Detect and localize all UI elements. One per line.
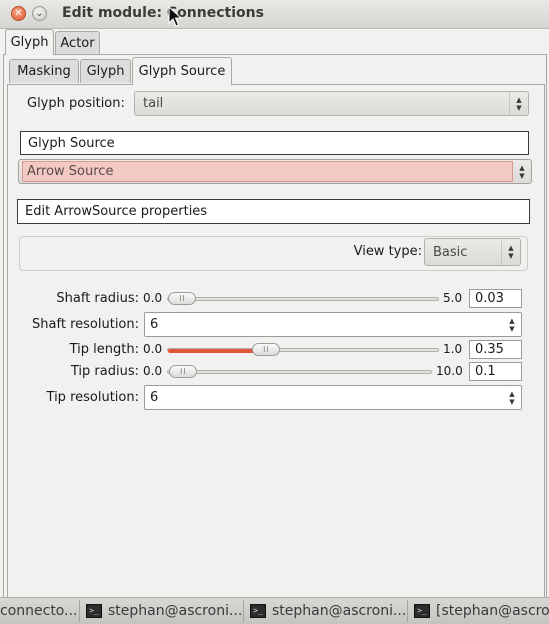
glyph-source-header: Glyph Source: [20, 131, 529, 155]
view-type-label: View type:: [353, 244, 422, 259]
edit-properties-header-text: Edit ArrowSource properties: [25, 204, 208, 219]
tip-radius-entry[interactable]: 0.1: [469, 362, 522, 381]
taskbar: connecto... >_ stephan@ascroni... >_ ste…: [0, 597, 549, 624]
tip-radius-slider-trough[interactable]: [167, 370, 432, 374]
taskbar-item-label: stephan@ascroni...: [108, 603, 243, 619]
tip-length-label: Tip length:: [69, 342, 139, 357]
terminal-icon: >_: [86, 604, 102, 618]
shaft-radius-slider-trough[interactable]: [167, 297, 439, 301]
tab-glyph-source-label: Glyph Source: [138, 64, 226, 79]
tip-radius-slider-handle[interactable]: ll: [169, 365, 198, 378]
tab-actor-label: Actor: [60, 36, 95, 51]
tip-radius-min: 0.0: [143, 364, 163, 378]
spinner-arrows-icon[interactable]: ▲ ▼: [503, 386, 521, 409]
terminal-icon: >_: [250, 604, 266, 618]
terminal-icon: >_: [414, 604, 430, 618]
glyph-source-header-text: Glyph Source: [28, 135, 115, 151]
spinner-arrows-icon[interactable]: ▲ ▼: [503, 313, 521, 336]
tip-radius-max: 10.0: [436, 364, 463, 378]
taskbar-item-terminal-1[interactable]: >_ stephan@ascroni...: [82, 600, 244, 622]
title-bar: ✕ ⌄ Edit module: Connections: [0, 0, 549, 29]
tip-radius-label: Tip radius:: [70, 364, 139, 379]
glyph-position-combo[interactable]: tail ▲ ▼: [134, 91, 529, 116]
taskbar-item-terminal-2[interactable]: >_ stephan@ascroni...: [246, 600, 408, 622]
edit-properties-header: Edit ArrowSource properties: [17, 199, 530, 224]
shaft-radius-min: 0.0: [143, 291, 163, 305]
view-type-combo[interactable]: Basic ▲ ▼: [424, 238, 521, 266]
glyph-position-label: Glyph position:: [27, 96, 125, 111]
window-title: Edit module: Connections: [62, 5, 264, 21]
tip-resolution-value: 6: [150, 390, 159, 405]
tab-actor[interactable]: Actor: [55, 31, 100, 55]
shaft-resolution-spinner[interactable]: 6 ▲ ▼: [144, 312, 522, 337]
tab-glyph-inner-label: Glyph: [86, 64, 125, 79]
tip-length-slider-handle[interactable]: ll: [252, 343, 281, 356]
window-menu-icon[interactable]: ⌄: [32, 6, 47, 21]
combo-arrows-icon: ▲ ▼: [519, 163, 525, 180]
taskbar-item-connections[interactable]: connecto...: [0, 600, 80, 622]
shaft-radius-label: Shaft radius:: [56, 291, 139, 306]
tab-masking[interactable]: Masking: [9, 59, 79, 83]
inner-notebook: Masking Glyph Glyph Source Glyph positio…: [7, 56, 545, 597]
combo-arrows-icon: ▲ ▼: [509, 92, 528, 115]
view-type-value: Basic: [433, 244, 468, 260]
taskbar-item-label: stephan@ascroni...: [272, 603, 407, 619]
shaft-radius-max: 5.0: [443, 291, 463, 305]
tip-length-min: 0.0: [143, 342, 163, 356]
glyph-position-value: tail: [143, 96, 164, 111]
tab-glyph-label: Glyph: [10, 35, 49, 50]
tab-masking-label: Masking: [17, 64, 71, 79]
tip-length-entry[interactable]: 0.35: [469, 340, 522, 359]
tip-resolution-label: Tip resolution:: [46, 390, 139, 405]
tip-length-slider-trough[interactable]: [167, 348, 439, 353]
tip-resolution-spinner[interactable]: 6 ▲ ▼: [144, 385, 522, 410]
tab-glyph-source[interactable]: Glyph Source: [132, 57, 232, 85]
tab-glyph[interactable]: Glyph: [5, 29, 54, 55]
combo-arrows-icon: ▲ ▼: [501, 239, 520, 265]
glyph-source-value: Arrow Source: [22, 161, 513, 182]
mouse-cursor-icon: [168, 6, 182, 27]
outer-notebook: Glyph Actor Masking Glyph Glyph Source G…: [3, 29, 547, 597]
shaft-resolution-label: Shaft resolution:: [32, 317, 139, 332]
taskbar-item-label: [stephan@ascron: [436, 603, 549, 619]
taskbar-item-label: connecto...: [0, 603, 78, 619]
glyph-source-combo[interactable]: Arrow Source ▲ ▼: [18, 159, 532, 184]
tip-length-max: 1.0: [443, 342, 463, 356]
shaft-radius-entry[interactable]: 0.03: [469, 289, 522, 308]
taskbar-item-terminal-3[interactable]: >_ [stephan@ascron: [410, 600, 549, 622]
close-icon[interactable]: ✕: [11, 6, 26, 21]
shaft-radius-slider-handle[interactable]: ll: [168, 292, 197, 305]
tab-glyph-inner[interactable]: Glyph: [80, 59, 131, 83]
shaft-resolution-value: 6: [150, 317, 159, 332]
